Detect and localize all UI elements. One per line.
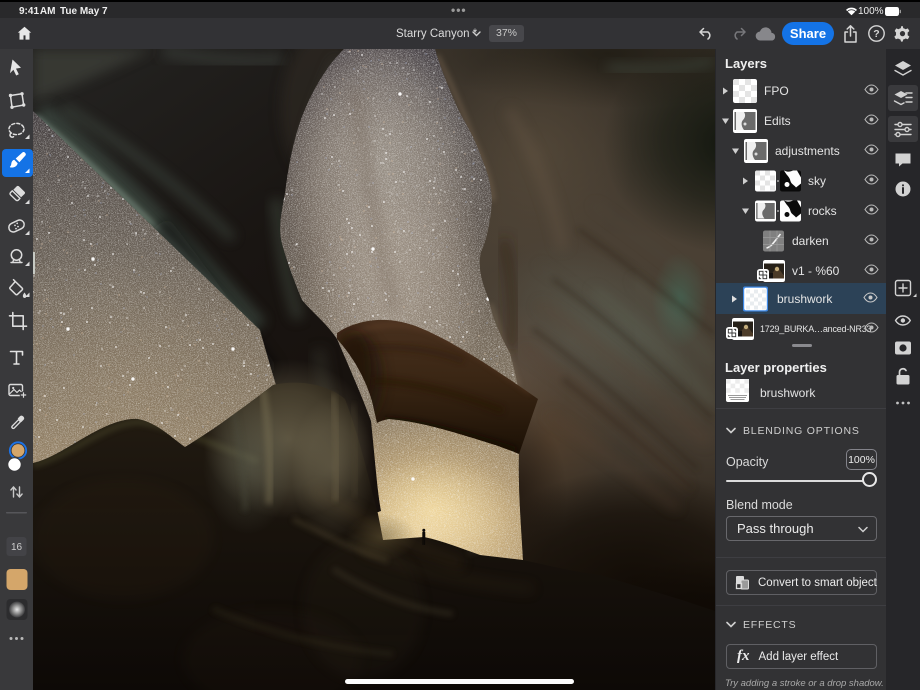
svg-text:?: ? bbox=[873, 28, 879, 40]
svg-text:16: 16 bbox=[11, 542, 23, 553]
